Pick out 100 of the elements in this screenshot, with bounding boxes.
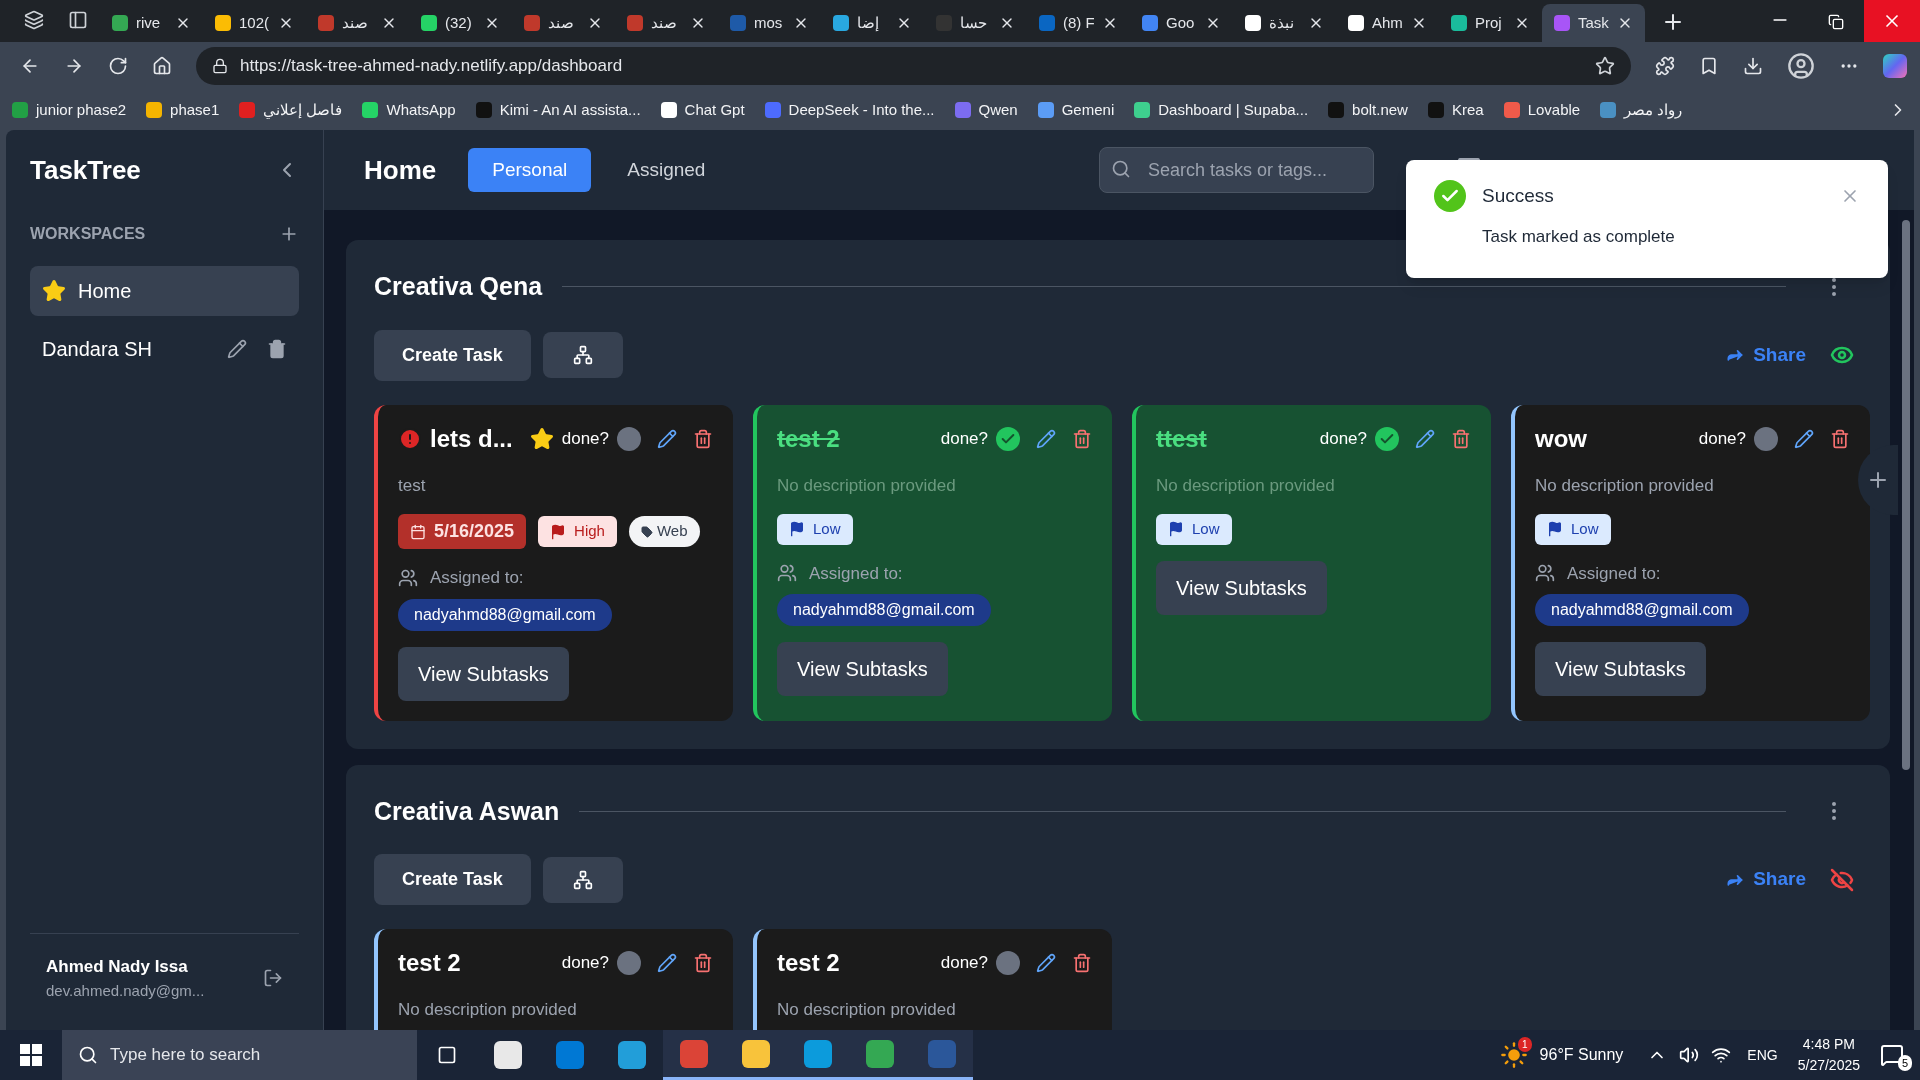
bookmark[interactable]: Dashboard | Supaba... bbox=[1134, 98, 1309, 122]
diagram-button[interactable] bbox=[542, 856, 623, 903]
workspace-title: Creativa Qena bbox=[374, 271, 543, 302]
weather-text: 96°F Sunny bbox=[1539, 1045, 1624, 1065]
done-toggle[interactable] bbox=[617, 426, 641, 451]
view-subtasks-button[interactable]: View Subtasks bbox=[1535, 642, 1706, 696]
toast-message: Task marked as complete bbox=[1481, 226, 1676, 248]
copilot-icon[interactable] bbox=[1883, 54, 1907, 78]
browser-tab[interactable]: Goo bbox=[1130, 4, 1233, 42]
bookmark[interactable]: junior phase2 bbox=[12, 98, 127, 122]
taskbar-button[interactable] bbox=[911, 1030, 973, 1080]
address-bar[interactable]: https://task-tree-ahmed-nady.netlify.app/dashboard bbox=[196, 47, 1631, 85]
view-subtasks-button[interactable]: View Subtasks bbox=[1156, 560, 1327, 615]
edit-icon[interactable] bbox=[227, 339, 247, 359]
done-toggle[interactable] bbox=[996, 951, 1020, 975]
bookmark[interactable]: Gemeni bbox=[1037, 98, 1115, 122]
profile-icon[interactable] bbox=[1787, 52, 1815, 80]
delete-icon[interactable] bbox=[267, 339, 287, 359]
done-toggle[interactable] bbox=[996, 426, 1020, 451]
browser-tab[interactable]: صند bbox=[512, 4, 615, 42]
view-tab[interactable]: Personal bbox=[468, 148, 592, 192]
volume-icon[interactable] bbox=[1679, 1045, 1700, 1065]
view-subtasks-button[interactable]: View Subtasks bbox=[398, 646, 569, 701]
edit-icon[interactable] bbox=[657, 428, 677, 449]
app-logo: TaskTree bbox=[30, 153, 141, 187]
create-task-button[interactable]: Create Task bbox=[374, 854, 531, 905]
weather-icon[interactable] bbox=[1499, 1041, 1528, 1069]
diagram-icon bbox=[572, 345, 593, 365]
bookmark[interactable]: Lovable bbox=[1503, 98, 1581, 122]
tab-actions-icon[interactable] bbox=[68, 10, 88, 30]
sidebar-item[interactable]: Home bbox=[30, 266, 299, 316]
due-date-badge: 5/16/2025 bbox=[398, 514, 527, 549]
create-task-button[interactable]: Create Task bbox=[374, 329, 531, 381]
browser-tab[interactable]: صند bbox=[306, 4, 409, 42]
done-label: done? bbox=[561, 427, 609, 450]
delete-icon[interactable] bbox=[1451, 428, 1471, 449]
browser-tab[interactable]: 102( bbox=[203, 4, 306, 42]
view-tab[interactable]: Assigned bbox=[603, 148, 730, 192]
reload-icon[interactable] bbox=[108, 56, 128, 76]
scrollbar[interactable] bbox=[1902, 220, 1910, 770]
delete-icon[interactable] bbox=[693, 428, 713, 449]
browser-tab[interactable]: (32) bbox=[409, 4, 512, 42]
bookmark[interactable]: phase1 bbox=[146, 98, 220, 122]
task-description: No description provided bbox=[1535, 474, 1715, 497]
taskbar-button[interactable] bbox=[663, 1030, 725, 1080]
start-icon[interactable] bbox=[20, 1044, 42, 1066]
delete-icon[interactable] bbox=[693, 953, 713, 973]
search-field[interactable]: Search tasks or tags... bbox=[1099, 147, 1374, 193]
view-subtasks-button[interactable]: View Subtasks bbox=[777, 642, 948, 696]
done-label: done? bbox=[940, 952, 988, 975]
delete-icon[interactable] bbox=[1072, 428, 1092, 449]
edit-icon[interactable] bbox=[1794, 428, 1814, 449]
home-icon[interactable] bbox=[152, 56, 172, 76]
edit-icon[interactable] bbox=[657, 953, 677, 973]
browser-tab[interactable]: (8) F bbox=[1027, 4, 1130, 42]
delete-icon[interactable] bbox=[1830, 428, 1850, 449]
bookmark[interactable]: DeepSeek - Into the... bbox=[764, 98, 935, 122]
browser-tab[interactable]: إضا bbox=[821, 4, 924, 42]
done-toggle[interactable] bbox=[1375, 426, 1399, 451]
browser-tab[interactable]: صند bbox=[615, 4, 718, 42]
restore-icon[interactable] bbox=[1828, 14, 1844, 30]
diagram-button[interactable] bbox=[542, 332, 623, 378]
browser-tab[interactable]: حسا bbox=[924, 4, 1027, 42]
edit-icon[interactable] bbox=[1036, 428, 1056, 449]
bookmark[interactable]: رواد مصر bbox=[1600, 98, 1683, 122]
browser-tab[interactable]: Ahm bbox=[1336, 4, 1439, 42]
browser-tab[interactable]: mos bbox=[718, 4, 821, 42]
bookmark[interactable]: Krea bbox=[1427, 98, 1484, 122]
bookmark[interactable]: WhatsApp bbox=[362, 98, 456, 122]
workspaces-icon[interactable] bbox=[24, 10, 44, 30]
done-toggle[interactable] bbox=[1754, 426, 1778, 451]
wifi-icon[interactable] bbox=[1711, 1045, 1732, 1065]
bookmark[interactable]: Chat Gpt bbox=[660, 98, 745, 122]
bookmark[interactable]: bolt.new bbox=[1328, 98, 1408, 122]
tag-icon bbox=[640, 525, 653, 538]
delete-icon[interactable] bbox=[1072, 953, 1092, 973]
edit-icon[interactable] bbox=[1036, 953, 1056, 973]
task-title: test 2 bbox=[777, 948, 840, 978]
visibility-toggle[interactable] bbox=[1830, 867, 1854, 892]
edit-icon[interactable] bbox=[1415, 428, 1435, 449]
task-view-icon[interactable] bbox=[437, 1045, 457, 1065]
share-link[interactable]: Share bbox=[1725, 865, 1806, 894]
browser-tab[interactable]: Proj bbox=[1439, 4, 1542, 42]
browser-tab[interactable]: Task bbox=[1542, 4, 1645, 42]
share-link[interactable]: Share bbox=[1725, 340, 1806, 370]
logout-icon[interactable] bbox=[263, 968, 283, 988]
notifications-icon[interactable] bbox=[1880, 1043, 1904, 1067]
taskbar-search-field[interactable]: Type here to search bbox=[62, 1030, 417, 1080]
done-toggle[interactable] bbox=[617, 951, 641, 975]
favorites-icon[interactable] bbox=[1699, 56, 1719, 76]
bookmark[interactable]: Kimi - An AI assista... bbox=[475, 98, 641, 122]
lock-icon bbox=[212, 58, 228, 74]
download-icon[interactable] bbox=[1743, 56, 1763, 76]
sidebar-item[interactable]: Dandara SH bbox=[30, 324, 299, 374]
bookmark[interactable]: فاصل إعلاني bbox=[239, 98, 343, 122]
bookmark[interactable]: Qwen bbox=[954, 98, 1018, 122]
browser-tab[interactable]: rive bbox=[100, 4, 203, 42]
browser-tab[interactable]: نبذة bbox=[1233, 4, 1336, 42]
extensions-icon[interactable] bbox=[1655, 56, 1675, 76]
priority-badge: Low bbox=[777, 514, 853, 545]
